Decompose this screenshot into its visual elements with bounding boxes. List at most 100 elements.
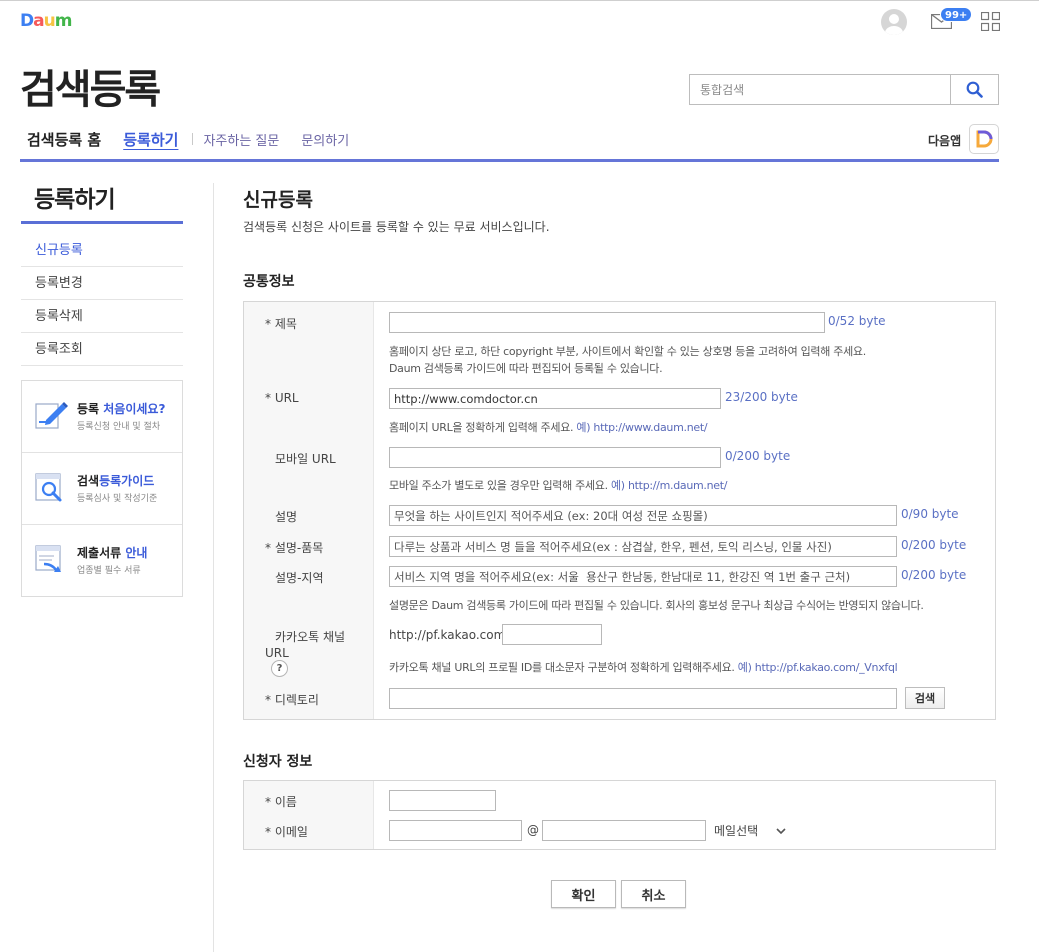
- directory-label: * 디렉토리: [265, 693, 319, 707]
- mobile-url-input[interactable]: [389, 447, 721, 468]
- email-at-sign: @: [527, 823, 539, 837]
- kakao-help-text: 카카오톡 채널 URL의 프로필 ID를 대소문자 구분하여 정확하게 입력해주…: [389, 661, 738, 674]
- banner-title-plain: 제출서류: [77, 546, 126, 560]
- mobile-url-help-text: 모바일 주소가 별도로 있을 경우만 입력해 주세요.: [389, 479, 611, 492]
- title-help-2: Daum 검색등록 가이드에 따라 편집되어 등록될 수 있습니다.: [389, 362, 663, 375]
- document-arrow-icon: [35, 545, 61, 572]
- email-label: * 이메일: [265, 825, 308, 839]
- url-label: * URL: [265, 391, 299, 405]
- desc-help: 설명문은 Daum 검색등록 가이드에 따라 편집될 수 있습니다. 회사의 홍…: [389, 599, 924, 612]
- pencil-doc-icon: [35, 402, 68, 429]
- avatar-icon[interactable]: [881, 9, 907, 35]
- tab-register[interactable]: 등록하기: [123, 129, 178, 150]
- desc-input[interactable]: [389, 505, 897, 526]
- mobile-url-help: 모바일 주소가 별도로 있을 경우만 입력해 주세요. 예) http://m.…: [389, 477, 727, 493]
- mobile-url-label: 모바일 URL: [275, 452, 336, 466]
- sidebar-item-delete[interactable]: 등록삭제: [21, 300, 183, 333]
- content-title: 신규등록: [243, 189, 313, 211]
- title-byte-count: 0/52 byte: [828, 314, 886, 328]
- side-banner-box: 등록 처음이세요? 등록신청 안내 및 절차 검색등록가이드 등록심사 및 작성…: [21, 380, 183, 597]
- sidebar-menu: 신규등록 등록변경 등록삭제 등록조회: [21, 234, 183, 366]
- banner-title: 등록 처음이세요?: [77, 400, 165, 417]
- email-select-label: 메일선택: [714, 824, 759, 838]
- sidebar-title: 등록하기: [34, 187, 116, 213]
- email-local-input[interactable]: [389, 820, 522, 841]
- email-domain-input[interactable]: [542, 820, 706, 841]
- desc-items-input[interactable]: [389, 536, 897, 557]
- desc-region-byte-count: 0/200 byte: [901, 568, 967, 582]
- sidebar-title-underline: [21, 221, 183, 224]
- search-box: [689, 74, 999, 105]
- desc-region-label: 설명-지역: [275, 571, 324, 585]
- common-info-form: * 제목 0/52 byte 홈페이지 상단 로고, 하단 copyright …: [243, 301, 996, 720]
- mobile-url-example: 예) http://m.daum.net/: [610, 479, 728, 492]
- cancel-button[interactable]: 취소: [621, 880, 686, 908]
- page-title: 검색등록: [20, 67, 161, 113]
- logo-letter: D: [20, 11, 34, 31]
- directory-search-button[interactable]: 검색: [905, 687, 945, 709]
- title-help-1: 홈페이지 상단 로고, 하단 copyright 부분, 사이트에서 확인할 수…: [389, 345, 866, 358]
- top-divider: [0, 0, 1039, 1]
- daum-logo[interactable]: Daum: [20, 11, 73, 31]
- chevron-down-icon: [776, 828, 786, 835]
- banner-guide[interactable]: 검색등록가이드 등록심사 및 작성기준: [22, 453, 182, 525]
- desc-items-byte-count: 0/200 byte: [901, 538, 967, 552]
- tab-divider: [192, 133, 194, 145]
- banner-first-time[interactable]: 등록 처음이세요? 등록신청 안내 및 절차: [22, 381, 182, 453]
- banner-title: 검색등록가이드: [77, 472, 154, 489]
- banner-title-highlight: 등록가이드: [99, 474, 155, 488]
- search-input[interactable]: [690, 75, 950, 104]
- kakao-url-prefix: http://pf.kakao.com/: [389, 628, 510, 642]
- title-input[interactable]: [389, 312, 825, 333]
- url-example: 예) http://www.daum.net/: [576, 421, 708, 434]
- desc-region-input[interactable]: [389, 566, 897, 587]
- mail-count-badge: 99+: [940, 7, 973, 22]
- mobile-url-byte-count: 0/200 byte: [725, 449, 791, 463]
- banner-title: 제출서류 안내: [77, 544, 147, 561]
- magnifier-doc-icon: [35, 473, 62, 502]
- content-description: 검색등록 신청은 사이트를 등록할 수 있는 무료 서비스입니다.: [243, 220, 550, 234]
- apps-grid-icon[interactable]: [981, 12, 1000, 31]
- name-input[interactable]: [389, 790, 496, 811]
- tab-inquiry[interactable]: 문의하기: [301, 130, 349, 149]
- desc-items-label: * 설명-품목: [265, 541, 324, 555]
- banner-documents[interactable]: 제출서류 안내 업종별 필수 서류: [22, 525, 182, 597]
- main-tabs: 검색등록 홈 등록하기 자주하는 질문 문의하기: [27, 128, 371, 150]
- desc-label: 설명: [275, 510, 298, 524]
- label-column: [244, 781, 374, 849]
- banner-title-highlight: 안내: [125, 546, 148, 560]
- kakao-id-input[interactable]: [502, 624, 602, 645]
- daum-app-icon[interactable]: [969, 124, 999, 154]
- url-byte-count: 23/200 byte: [725, 390, 798, 404]
- kakao-label-line2: URL: [265, 646, 289, 660]
- tab-faq[interactable]: 자주하는 질문: [203, 130, 279, 149]
- kakao-help-icon[interactable]: ?: [271, 660, 288, 677]
- banner-title-highlight: 처음이세요?: [103, 402, 166, 416]
- email-domain-select[interactable]: 메일선택: [714, 822, 786, 839]
- tab-home[interactable]: 검색등록 홈: [27, 129, 101, 150]
- desc-byte-count: 0/90 byte: [901, 507, 959, 521]
- banner-title-plain: 검색: [77, 474, 100, 488]
- logo-letter: a: [33, 11, 45, 31]
- url-input[interactable]: [389, 388, 721, 409]
- confirm-button[interactable]: 확인: [551, 880, 616, 908]
- banner-subtitle: 등록신청 안내 및 절차: [77, 422, 161, 432]
- sidebar-item-new[interactable]: 신규등록: [21, 234, 183, 267]
- search-icon: [966, 81, 983, 98]
- applicant-info-form: * 이름 * 이메일 @ 메일선택: [243, 780, 996, 850]
- common-info-heading: 공통정보: [243, 274, 295, 290]
- kakao-example: 예) http://pf.kakao.com/_Vnxfql: [737, 661, 898, 674]
- title-label: * 제목: [265, 317, 297, 331]
- banner-title-plain: 등록: [77, 402, 104, 416]
- directory-input[interactable]: [389, 688, 897, 709]
- logo-letter: m: [54, 11, 73, 31]
- daum-app-label[interactable]: 다음앱: [928, 132, 961, 149]
- search-button[interactable]: [950, 75, 998, 104]
- name-label: * 이름: [265, 795, 297, 809]
- sidebar-item-lookup[interactable]: 등록조회: [21, 333, 183, 366]
- sidebar-item-change[interactable]: 등록변경: [21, 267, 183, 300]
- url-help: 홈페이지 URL을 정확하게 입력해 주세요. 예) http://www.da…: [389, 419, 708, 435]
- logo-letter: u: [43, 11, 56, 31]
- banner-subtitle: 등록심사 및 작성기준: [77, 494, 158, 504]
- applicant-info-heading: 신청자 정보: [243, 754, 313, 770]
